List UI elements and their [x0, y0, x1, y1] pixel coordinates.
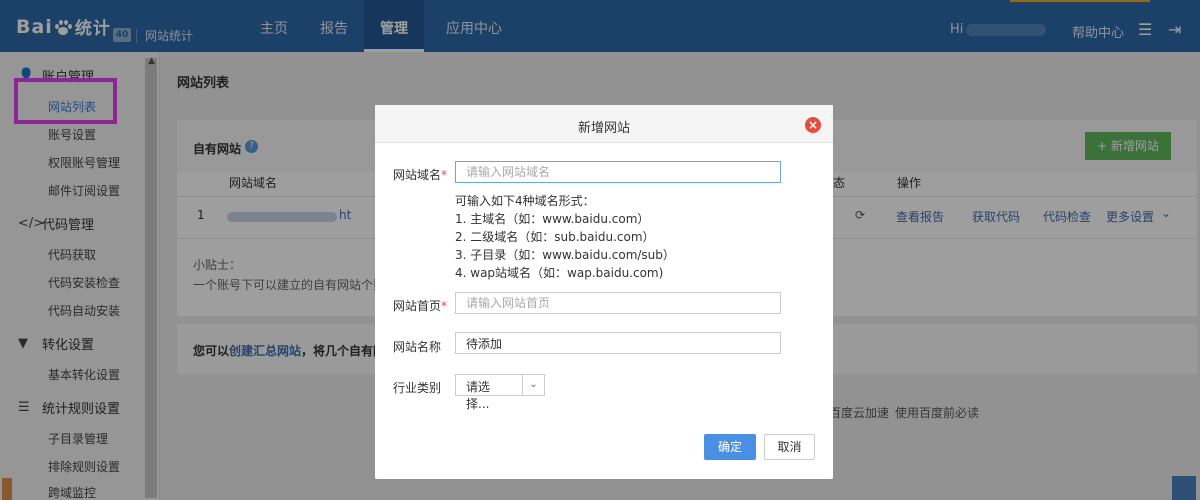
homepage-input[interactable]	[455, 292, 781, 314]
add-site-dialog: 新增网站 × 网站域名* 可输入如下4种域名形式： 1. 主域名（如：www.b…	[375, 105, 833, 479]
close-icon[interactable]: ×	[805, 117, 821, 133]
chevron-down-icon: ⌄	[522, 375, 544, 395]
hint-title: 可输入如下4种域名形式：	[455, 194, 595, 208]
domain-label: 网站域名*	[393, 166, 447, 183]
dialog-header: 新增网站 ×	[375, 105, 833, 143]
homepage-label: 网站首页*	[393, 297, 447, 314]
hint-line: 4. wap站域名（如：wap.baidu.com)	[455, 266, 664, 280]
required-mark: *	[441, 168, 448, 182]
hint-line: 3. 子目录（如：www.baidu.com/sub）	[455, 248, 675, 262]
cancel-button[interactable]: 取消	[764, 434, 815, 460]
domain-input[interactable]	[455, 161, 781, 183]
hint-line: 1. 主域名（如：www.baidu.com）	[455, 212, 650, 226]
hint-line: 2. 二级域名（如：sub.baidu.com）	[455, 230, 655, 244]
confirm-button[interactable]: 确定	[704, 434, 756, 460]
dialog-title: 新增网站	[577, 121, 630, 136]
homepage-label-text: 网站首页	[393, 299, 442, 313]
industry-label: 行业类别	[393, 381, 442, 395]
domain-label-text: 网站域名	[393, 168, 442, 182]
industry-select-value: 请选择...	[466, 380, 491, 411]
required-mark: *	[441, 299, 448, 313]
industry-select[interactable]: 请选择... ⌄	[455, 374, 545, 411]
site-name-input[interactable]	[455, 332, 781, 354]
site-name-label: 网站名称	[393, 340, 442, 354]
